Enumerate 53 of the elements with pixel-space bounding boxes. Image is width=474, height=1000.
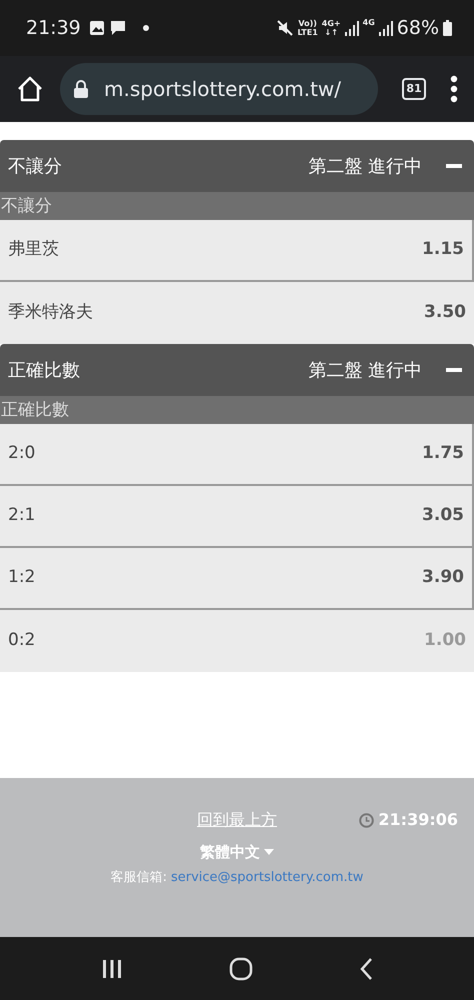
odds-value: 3.05 [422, 504, 464, 528]
odds-row[interactable]: 弗里茨 1.15 [0, 220, 474, 282]
market-subtitle: 正確比數 [0, 396, 474, 424]
odds-row[interactable]: 季米特洛夫 3.50 [0, 282, 474, 344]
back-icon[interactable] [359, 956, 373, 980]
address-bar[interactable]: m.sportslottery.com.tw/ [60, 63, 378, 115]
outcome-name: 2:1 [8, 504, 36, 528]
signal-icon [378, 20, 393, 36]
market-title: 正確比數 [8, 358, 80, 382]
recent-apps-icon[interactable] [101, 958, 123, 980]
network-label: Vo)) [298, 19, 318, 28]
market-header[interactable]: 不讓分 第二盤 進行中 [0, 140, 474, 192]
odds-value: 1.00 [424, 629, 466, 652]
outcome-name: 0:2 [8, 629, 36, 652]
market-subtitle: 不讓分 [0, 192, 474, 220]
mute-icon [276, 19, 294, 37]
more-icon[interactable] [450, 75, 458, 103]
language-label: 繁體中文 [200, 842, 260, 863]
data-arrows-label: ↓↑ [324, 28, 339, 37]
url-text: m.sportslottery.com.tw/ [104, 76, 342, 103]
home-button-icon[interactable] [229, 956, 253, 980]
dot-icon [142, 25, 149, 31]
clock-time: 21:39:06 [378, 809, 458, 831]
outcome-name: 2:0 [8, 442, 36, 466]
lock-icon [74, 80, 88, 98]
battery-percent: 68% [396, 16, 439, 41]
image-icon [88, 20, 105, 36]
outcome-name: 弗里茨 [8, 238, 59, 262]
outcome-name: 1:2 [8, 566, 36, 590]
odds-row[interactable]: 1:2 3.90 [0, 548, 474, 610]
signal-icon [344, 20, 359, 36]
market-status: 第二盤 進行中 [308, 154, 422, 178]
odds-value: 1.15 [422, 238, 464, 262]
network-label: 4G [362, 18, 375, 27]
market-status: 第二盤 進行中 [308, 358, 422, 382]
tab-count-button[interactable]: 81 [402, 78, 426, 100]
caret-icon [264, 849, 274, 856]
odds-value: 3.50 [424, 301, 466, 324]
home-icon[interactable] [16, 75, 44, 103]
battery-icon [443, 20, 452, 36]
market-title: 不讓分 [8, 154, 62, 178]
outcome-name: 季米特洛夫 [8, 301, 93, 324]
email-label: 客服信箱: [110, 870, 167, 885]
odds-value: 1.75 [422, 442, 464, 466]
message-icon [108, 20, 127, 36]
clock-time: 21:39 [26, 16, 81, 41]
odds-row[interactable]: 2:0 1.75 [0, 424, 474, 486]
odds-row[interactable]: 2:1 3.05 [0, 486, 474, 548]
network-label: 4G+ [322, 19, 341, 28]
network-label: LTE1 [298, 28, 318, 37]
market-header[interactable]: 正確比數 第二盤 進行中 [0, 344, 474, 396]
odds-value: 3.90 [422, 566, 464, 590]
clock-icon [359, 812, 374, 828]
